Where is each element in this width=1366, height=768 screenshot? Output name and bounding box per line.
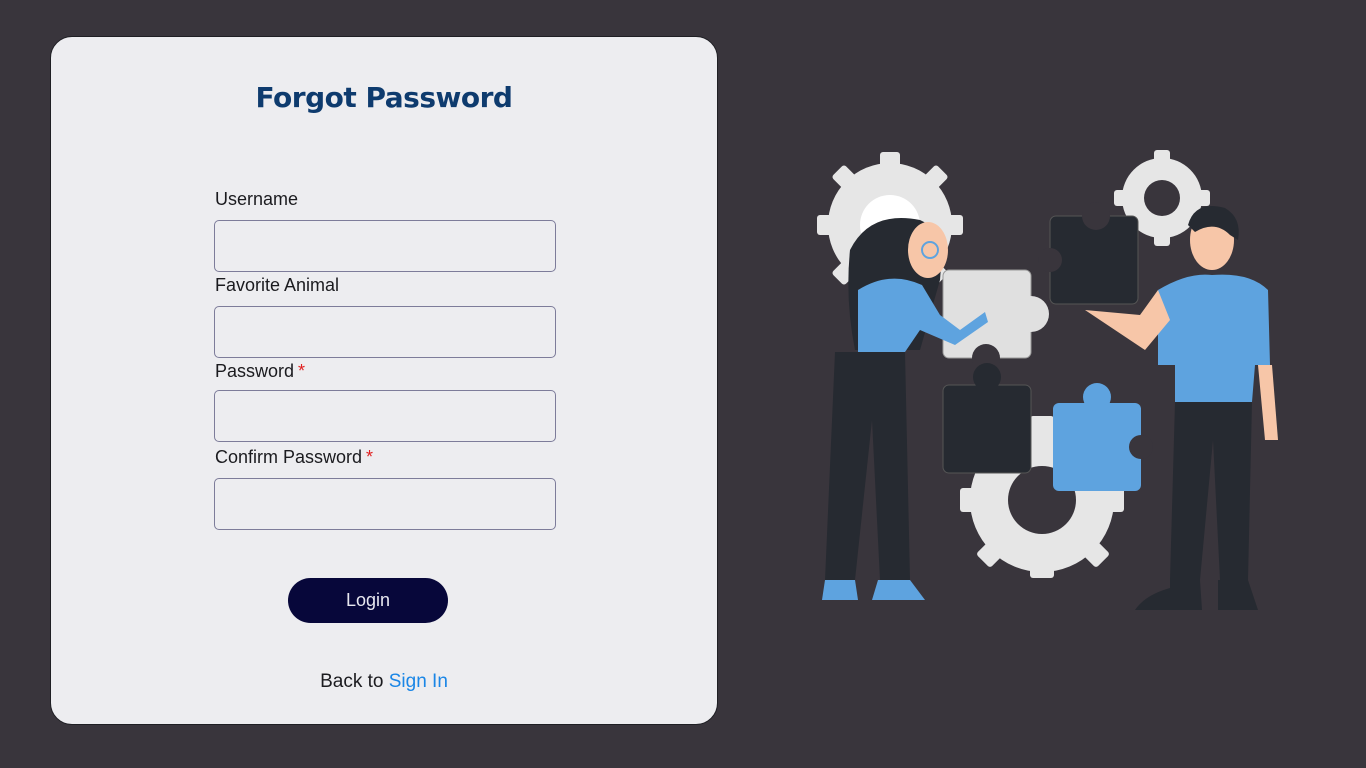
favorite-animal-label-text: Favorite Animal — [215, 275, 340, 295]
username-label: Username — [215, 189, 298, 210]
puzzle-piece-icon — [942, 269, 1049, 372]
puzzle-piece-icon — [1038, 202, 1139, 305]
username-input[interactable] — [214, 220, 556, 272]
login-button[interactable]: Login — [288, 578, 448, 623]
back-text: Back to — [320, 671, 384, 692]
confirm-password-label: Confirm Password * — [215, 447, 373, 468]
sign-in-link[interactable]: Sign In — [389, 671, 448, 692]
teamwork-illustration — [817, 150, 1278, 610]
confirm-password-label-text: Confirm Password — [215, 447, 363, 467]
favorite-animal-input[interactable] — [214, 306, 556, 358]
required-asterisk: * — [366, 447, 374, 467]
back-to-sign-in: Back to Sign In — [51, 671, 717, 693]
password-label: Password * — [215, 361, 305, 382]
favorite-animal-label: Favorite Animal — [215, 275, 339, 296]
password-input[interactable] — [214, 390, 556, 442]
confirm-password-input[interactable] — [214, 478, 556, 530]
username-label-text: Username — [215, 189, 299, 209]
page-title: Forgot Password — [255, 81, 513, 114]
puzzle-piece-icon — [1053, 383, 1153, 491]
puzzle-piece-icon — [942, 363, 1032, 474]
forgot-password-card: Forgot Password Username Favorite Animal… — [50, 36, 718, 725]
required-asterisk: * — [298, 361, 306, 381]
password-label-text: Password — [215, 361, 295, 381]
